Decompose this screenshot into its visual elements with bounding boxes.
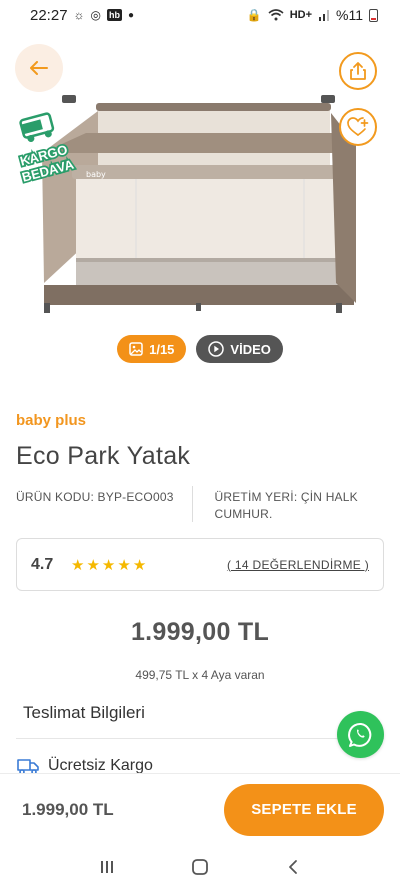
- notification-dot-icon: ●: [128, 9, 135, 21]
- divider: [191, 486, 193, 522]
- lock-icon: 🔒: [246, 8, 262, 22]
- media-controls: 1/15 VİDEO: [0, 335, 400, 363]
- image-count: 1/15: [149, 341, 175, 357]
- heart-plus-icon: [347, 117, 369, 136]
- product-codes: ÜRÜN KODU: BYP-ECO003 ÜRETİM YERİ: ÇİN H…: [16, 486, 384, 523]
- home-icon: [192, 858, 208, 875]
- product-image[interactable]: baby: [36, 93, 366, 313]
- system-navigation-bar: [0, 845, 400, 888]
- brand-link[interactable]: baby plus: [16, 412, 86, 429]
- status-time: 22:27: [30, 6, 68, 24]
- play-icon: [208, 341, 225, 357]
- favorite-button[interactable]: [339, 108, 377, 146]
- product-title: Eco Park Yatak: [16, 442, 191, 470]
- bottom-price: 1.999,00 TL: [22, 799, 114, 819]
- star-icon: ★: [101, 556, 116, 574]
- product-price: 1.999,00 TL: [130, 618, 270, 646]
- recent-apps-icon: [100, 860, 113, 873]
- battery-percent: %11: [336, 7, 363, 23]
- app-icon: ◎: [90, 8, 102, 22]
- video-label: VİDEO: [230, 341, 271, 357]
- recent-apps-button[interactable]: [95, 855, 119, 879]
- divider: [16, 738, 384, 739]
- add-to-cart-button[interactable]: SEPETE EKLE: [224, 783, 384, 836]
- star-icon: ★: [132, 556, 147, 574]
- video-button[interactable]: VİDEO: [196, 335, 283, 363]
- svg-text:baby: baby: [86, 170, 106, 179]
- chevron-left-icon: [289, 859, 298, 874]
- whatsapp-button[interactable]: [337, 711, 384, 758]
- back-button[interactable]: [15, 44, 63, 92]
- weather-icon: ☼: [73, 8, 85, 22]
- star-icon: ★: [117, 556, 131, 574]
- production-origin: ÜRETİM YERİ: ÇİN HALK CUMHUR.: [214, 490, 358, 521]
- signal-icon: [319, 10, 330, 21]
- bottom-action-bar: 1.999,00 TL SEPETE EKLE: [0, 773, 400, 845]
- share-button[interactable]: [339, 52, 377, 90]
- app-badge: hb: [107, 9, 123, 21]
- image-counter-button[interactable]: 1/15: [117, 335, 187, 363]
- back-nav-button[interactable]: [281, 855, 305, 879]
- installment-info: 499,75 TL x 4 Aya varan: [135, 668, 265, 682]
- rating-score: 4.7: [31, 555, 54, 573]
- delivery-section-title[interactable]: Teslimat Bilgileri: [23, 703, 145, 723]
- home-button[interactable]: [188, 855, 212, 879]
- wifi-icon: [268, 9, 284, 21]
- share-icon: [350, 62, 366, 80]
- product-gallery[interactable]: baby KARGO BEDAVA: [0, 38, 400, 328]
- product-code: ÜRÜN KODU: BYP-ECO003: [16, 490, 174, 504]
- battery-icon: [369, 8, 378, 22]
- whatsapp-icon: [347, 722, 371, 747]
- network-type: HD+: [289, 9, 313, 21]
- rating-box: 4.7 ★ ★ ★ ★ ★ ( 14 DEĞERLENDİRME ): [16, 538, 384, 591]
- status-bar: 22:27 ☼ ◎ hb ● 🔒 HD+ %11: [0, 0, 400, 30]
- star-icon: ★: [71, 556, 85, 574]
- rating-stars: ★ ★ ★ ★ ★: [71, 556, 146, 574]
- free-shipping-badge: KARGO BEDAVA: [6, 106, 78, 192]
- image-icon: [129, 342, 143, 356]
- star-icon: ★: [86, 556, 100, 574]
- reviews-link[interactable]: ( 14 DEĞERLENDİRME ): [227, 558, 369, 572]
- arrow-left-icon: [30, 61, 48, 75]
